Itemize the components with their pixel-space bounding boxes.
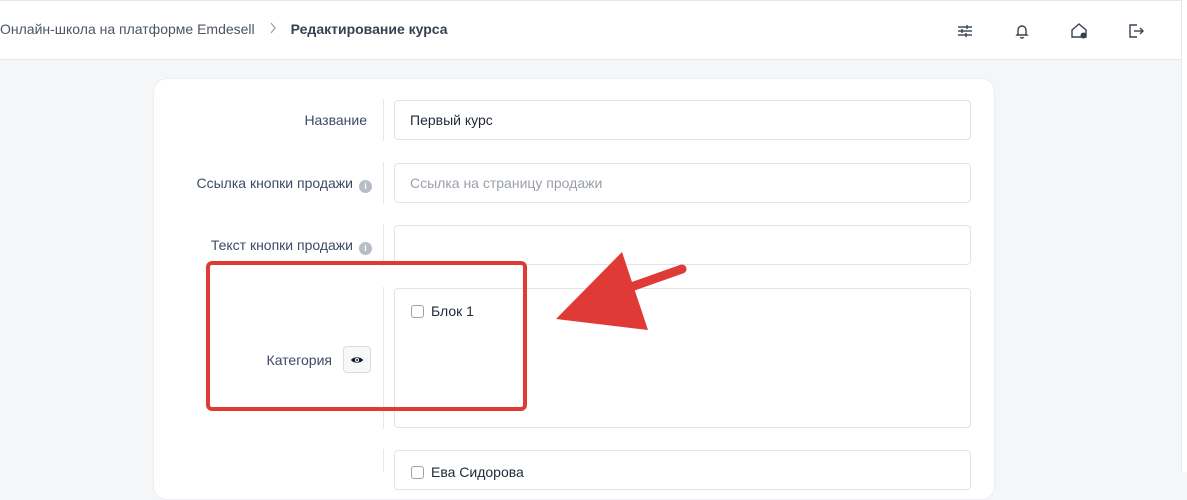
name-input[interactable]	[394, 100, 971, 140]
bell-icon[interactable]	[1012, 21, 1032, 41]
breadcrumb-current-page: Редактирование курса	[290, 21, 448, 37]
breadcrumb-separator	[269, 21, 277, 37]
sale-link-label-text: Ссылка кнопки продажи	[196, 175, 354, 191]
sale-text-label: Текст кнопки продажи i	[211, 237, 372, 255]
sliders-icon[interactable]	[955, 21, 975, 41]
sale-link-label: Ссылка кнопки продажи i	[196, 175, 372, 193]
next-option-label: Ева Сидорова	[431, 464, 524, 480]
home-settings-icon[interactable]	[1069, 21, 1089, 41]
row-divider	[383, 99, 384, 141]
chevron-right-icon	[270, 22, 276, 34]
annotation-arrow-icon	[556, 252, 687, 330]
checkbox[interactable]	[411, 465, 424, 479]
window-edge	[1181, 0, 1187, 472]
logout-icon[interactable]	[1126, 21, 1146, 41]
sale-text-label-text: Текст кнопки продажи	[210, 237, 353, 253]
row-divider	[383, 224, 384, 266]
breadcrumb: Онлайн-школа на платформе Emdesell Редак…	[0, 21, 448, 37]
top-bar: Онлайн-школа на платформе Emdesell Редак…	[0, 0, 1182, 60]
info-icon[interactable]: i	[359, 180, 372, 193]
breadcrumb-school-link[interactable]: Онлайн-школа на платформе Emdesell	[0, 21, 255, 37]
name-label: Название	[304, 112, 367, 128]
next-option[interactable]: Ева Сидорова	[411, 464, 524, 480]
row-divider	[383, 162, 384, 204]
highlight-frame	[206, 261, 527, 411]
sale-link-input[interactable]	[394, 163, 971, 203]
row-divider	[383, 449, 384, 472]
info-icon[interactable]: i	[359, 242, 372, 255]
next-options-box: Ева Сидорова	[394, 450, 971, 490]
